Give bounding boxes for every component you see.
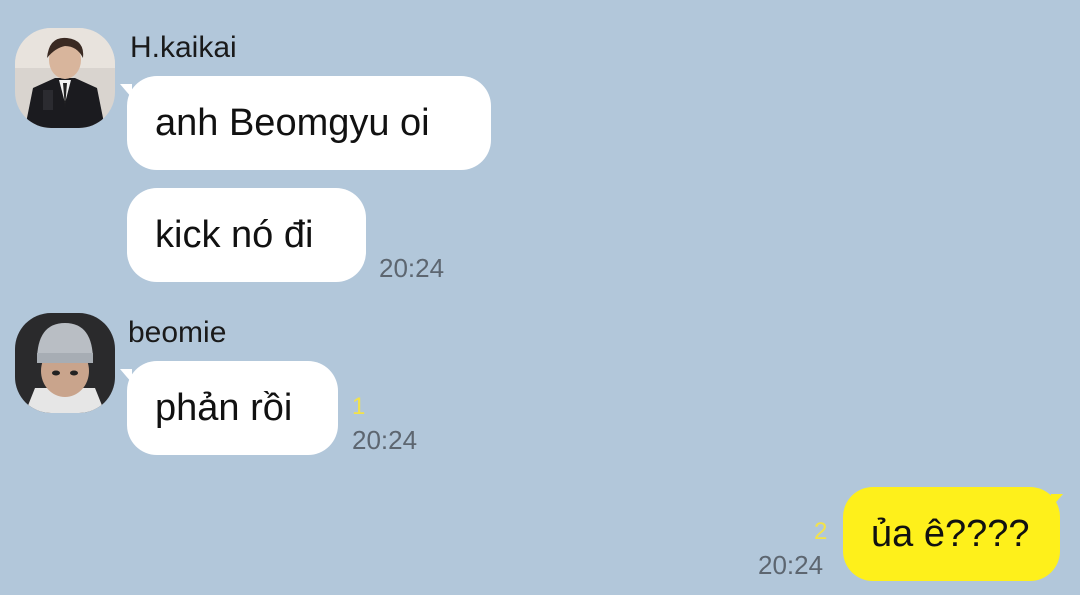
unread-count: 2 [814, 518, 828, 545]
sender-name: beomie [128, 316, 227, 349]
unread-count: 1 [352, 393, 366, 420]
message-timestamp: 20:24 [379, 253, 445, 283]
avatar-hkaikai[interactable] [15, 28, 115, 128]
message-timestamp: 20:24 [758, 550, 824, 580]
sender-name: H.kaikai [130, 31, 237, 64]
message-bubble[interactable]: anh Beomgyu oi [127, 76, 491, 170]
message-bubble[interactable]: phản rồi [127, 361, 338, 455]
bubble-tail [1051, 494, 1063, 508]
message-bubble-outgoing[interactable]: ủa ê???? [843, 487, 1060, 581]
avatar-person-dark-jacket-icon [15, 28, 115, 128]
avatar-beomie[interactable] [15, 313, 115, 413]
avatar-person-beanie-icon [15, 313, 115, 413]
message-bubble[interactable]: kick nó đi [127, 188, 366, 282]
chat-area: H.kaikai anh Beomgyu oi kick nó đi 20:24… [0, 0, 1080, 595]
message-timestamp: 20:24 [352, 425, 418, 455]
